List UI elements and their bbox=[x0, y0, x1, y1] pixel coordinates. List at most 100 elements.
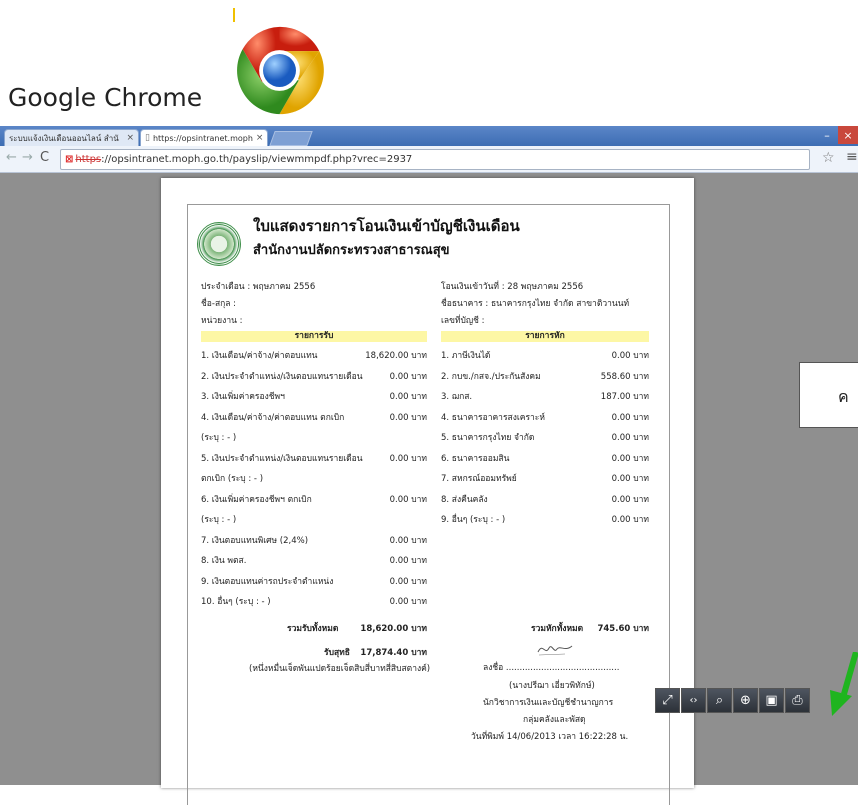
bank-field: ชื่อธนาคาร : ธนาคารกรุงไทย จำกัด สาขาติว… bbox=[441, 299, 630, 309]
deductions-item-label: 1. ภาษีเงินได้ bbox=[441, 351, 491, 361]
net-amount-words: (หนึ่งหมื่นเจ็ดพันแปดร้อยเจ็ดสิบสี่บาทสี… bbox=[249, 664, 431, 674]
caption-title: Google Chrome bbox=[8, 83, 203, 112]
deductions-item-label: 7. สหกรณ์ออมทรัพย์ bbox=[441, 474, 517, 484]
income-item-label: 2. เงินประจำตำแหน่ง/เงินตอบแทนรายเดือน bbox=[201, 371, 363, 382]
income-header: รายการรับ bbox=[201, 331, 427, 342]
fit-page-button[interactable]: ⤢ bbox=[655, 688, 680, 713]
deductions-item-label: 8. ส่งคืนคลัง bbox=[441, 494, 488, 505]
signer-group: กลุ่มคลังและพัสดุ bbox=[523, 715, 586, 725]
fit-width-icon: ‹› bbox=[689, 695, 698, 706]
income-item-label: 1. เงินเดือน/ค่าจ้าง/ค่าตอบแทน bbox=[201, 351, 318, 361]
deductions-item-label: 4. ธนาคารอาคารสงเคราะห์ bbox=[441, 412, 545, 423]
income-item-label: 9. เงินตอบแทนค่ารถประจำตำแหน่ง bbox=[201, 576, 334, 587]
tab-close-icon[interactable]: × bbox=[123, 133, 134, 143]
print-button[interactable]: ⎙ bbox=[785, 688, 810, 713]
income-item-amount: 0.00 บาท bbox=[389, 371, 427, 382]
address-bar[interactable]: ⊠ https://opsintranet.moph.go.th/payslip/… bbox=[60, 149, 810, 170]
income-item-amount: 0.00 บาท bbox=[389, 535, 427, 546]
print-icon: ⎙ bbox=[792, 693, 803, 708]
name-field: ชื่อ-สกุล : bbox=[201, 299, 237, 309]
save-button[interactable]: ▣ bbox=[759, 688, 784, 713]
tab-strip: ระบบแจ้งเงินเดือนออนไลน์ สำนั × ▯ https:… bbox=[0, 126, 858, 146]
month-field: ประจำเดือน : พฤษภาคม 2556 bbox=[201, 282, 316, 292]
tab-label: ระบบแจ้งเงินเดือนออนไลน์ สำนั bbox=[9, 133, 119, 143]
fit-page-icon: ⤢ bbox=[662, 693, 673, 708]
deductions-item-label: 5. ธนาคารกรุงไทย จำกัด bbox=[441, 433, 535, 443]
bookmark-star-icon[interactable]: ☆ bbox=[822, 150, 835, 166]
close-window-button[interactable]: × bbox=[838, 126, 858, 144]
zoom-out-icon: ⌕ bbox=[715, 693, 724, 708]
pdf-toolbar: ⤢ ‹› ⌕ ⊕ ▣ ⎙ bbox=[655, 688, 810, 715]
income-item-label: 6. เงินเพิ่มค่าครองชีพฯ ตกเบิก bbox=[201, 494, 312, 505]
zoom-out-button[interactable]: ⌕ bbox=[707, 688, 732, 713]
print-date: วันที่พิมพ์ 14/06/2013 เวลา 16:22:28 น. bbox=[471, 732, 629, 742]
reload-icon[interactable]: C bbox=[40, 150, 49, 165]
side-box-text: ค bbox=[838, 387, 849, 406]
tab-label: https://opsintranet.moph bbox=[152, 133, 253, 143]
deductions-item-amount: 0.00 บาท bbox=[611, 474, 649, 484]
deductions-item-amount: 0.00 บาท bbox=[611, 453, 649, 464]
tab-opsintranet[interactable]: ▯ https://opsintranet.moph × bbox=[140, 129, 268, 146]
total-income-amount: 18,620.00 บาท bbox=[360, 624, 427, 634]
decorative-mark bbox=[233, 8, 235, 22]
deductions-item-amount: 0.00 บาท bbox=[611, 412, 649, 423]
url-text: ://opsintranet.moph.go.th/payslip/viewmm… bbox=[101, 154, 413, 165]
income-item-label: 7. เงินตอบแทนพิเศษ (2,4%) bbox=[201, 535, 309, 546]
deductions-item-amount: 187.00 บาท bbox=[600, 392, 649, 402]
green-arrow-icon bbox=[830, 652, 858, 716]
browser-toolbar: ← → C ⊠ https://opsintranet.moph.go.th/pa… bbox=[0, 146, 858, 173]
income-item-label: (ระบุ : - ) bbox=[201, 515, 237, 525]
net-amount: 17,874.40 บาท bbox=[360, 648, 427, 658]
fit-width-button[interactable]: ‹› bbox=[681, 688, 706, 713]
deductions-item-amount: 0.00 บาท bbox=[611, 433, 649, 443]
income-item-amount: 0.00 บาท bbox=[389, 597, 427, 607]
deductions-item-amount: 0.00 บาท bbox=[611, 351, 649, 361]
total-deduction-amount: 745.60 บาท bbox=[597, 624, 649, 634]
income-item-label: ตกเบิก (ระบุ : - ) bbox=[201, 474, 264, 484]
insecure-lock-icon: ⊠ bbox=[65, 154, 74, 165]
income-item-label: 8. เงิน พตส. bbox=[201, 556, 247, 566]
save-icon: ▣ bbox=[765, 693, 778, 708]
income-item-amount: 18,620.00 บาท bbox=[365, 351, 427, 361]
tab-payslip-system[interactable]: ระบบแจ้งเงินเดือนออนไลน์ สำนั × bbox=[4, 129, 139, 146]
tab-close-icon[interactable]: × bbox=[253, 133, 264, 143]
income-item-amount: 0.00 บาท bbox=[389, 412, 427, 423]
url-protocol: https bbox=[75, 154, 102, 165]
income-item-amount: 0.00 บาท bbox=[389, 453, 427, 464]
signer-title: นักวิชาการเงินและบัญชีชำนาญการ bbox=[483, 698, 614, 708]
deduction-header: รายการหัก bbox=[441, 331, 649, 342]
side-callout-box: ค bbox=[799, 362, 858, 428]
deductions-item-label: 9. อื่นๆ (ระบุ : - ) bbox=[441, 515, 506, 525]
payslip-subtitle: สำนักงานปลัดกระทรวงสาธารณสุข bbox=[253, 243, 450, 258]
total-income-label: รวมรับทั้งหมด bbox=[287, 624, 339, 634]
signature-icon bbox=[537, 645, 573, 656]
payslip-title: ใบแสดงรายการโอนเงินเข้าบัญชีเงินเดือน bbox=[253, 217, 520, 235]
sign-line: ลงชื่อ .................................… bbox=[483, 663, 620, 673]
zoom-in-icon: ⊕ bbox=[740, 693, 751, 708]
back-icon[interactable]: ← bbox=[6, 150, 17, 165]
income-item-label: (ระบุ : - ) bbox=[201, 433, 237, 443]
browser-window: ระบบแจ้งเงินเดือนออนไลน์ สำนั × ▯ https:… bbox=[0, 126, 858, 805]
page-icon: ▯ bbox=[145, 133, 150, 143]
income-item-amount: 0.00 บาท bbox=[389, 392, 427, 402]
account-field: เลขที่บัญชี : bbox=[441, 316, 485, 326]
transfer-date-field: โอนเงินเข้าวันที่ : 28 พฤษภาคม 2556 bbox=[441, 282, 584, 292]
signer-name: (นางปรีฌา เอี่ยวพิทักษ์) bbox=[509, 681, 595, 691]
income-item-amount: 0.00 บาท bbox=[389, 576, 427, 587]
new-tab-button[interactable] bbox=[269, 131, 313, 146]
menu-icon[interactable]: ≡ bbox=[846, 149, 858, 165]
deductions-item-label: 3. ฌกส. bbox=[441, 392, 473, 402]
zoom-in-button[interactable]: ⊕ bbox=[733, 688, 758, 713]
deductions-item-label: 6. ธนาคารออมสิน bbox=[441, 453, 510, 464]
ministry-seal-icon bbox=[197, 222, 241, 266]
income-item-label: 5. เงินประจำตำแหน่ง/เงินตอบแทนรายเดือน bbox=[201, 453, 363, 464]
income-item-label: 3. เงินเพิ่มค่าครองชีพฯ bbox=[201, 392, 285, 402]
chrome-logo-icon bbox=[237, 26, 324, 115]
unit-field: หน่วยงาน : bbox=[201, 316, 243, 326]
income-item-label: 4. เงินเดือน/ค่าจ้าง/ค่าตอบแทน ตกเบิก bbox=[201, 412, 345, 423]
minimize-button[interactable]: – bbox=[816, 126, 838, 144]
deductions-item-label: 2. กบข./กสจ./ประกันสังคม bbox=[441, 371, 541, 382]
forward-icon[interactable]: → bbox=[22, 150, 33, 165]
income-item-label: 10. อื่นๆ (ระบุ : - ) bbox=[201, 597, 271, 607]
payslip-page: ใบแสดงรายการโอนเงินเข้าบัญชีเงินเดือน สำ… bbox=[161, 178, 694, 805]
